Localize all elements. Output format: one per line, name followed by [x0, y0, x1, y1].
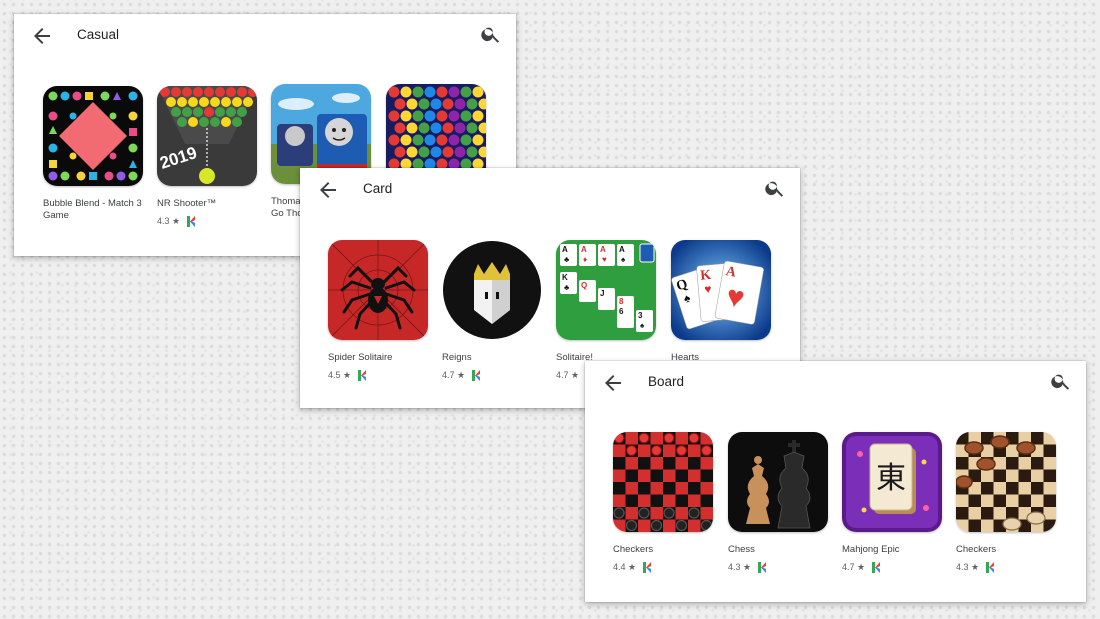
- app-card-checkers-1[interactable]: Checkers 4.4 ★: [613, 432, 713, 573]
- page-title: Casual: [77, 27, 120, 42]
- app-card-checkers-2[interactable]: Checkers 4.3 ★: [956, 432, 1056, 573]
- app-rating: 4.7 ★: [442, 370, 542, 381]
- page-title: Board: [648, 374, 685, 389]
- card-header: Card: [300, 168, 800, 208]
- svg-text:♥: ♥: [602, 255, 607, 264]
- card-rank: 6: [619, 307, 624, 316]
- app-card-nr-shooter[interactable]: 2019 NR Shooter™ 4.3 ★: [157, 86, 257, 227]
- kids-badge-icon: [187, 216, 196, 227]
- search-icon[interactable]: [764, 177, 786, 199]
- back-arrow-icon[interactable]: [601, 371, 625, 395]
- app-name: Checkers: [613, 544, 654, 555]
- app-card-chess[interactable]: Chess 4.3 ★: [728, 432, 828, 573]
- card-rank: 3: [638, 311, 643, 320]
- kids-badge-icon: [986, 562, 995, 573]
- app-name: Checkers: [956, 544, 997, 555]
- card-rank: A: [600, 245, 606, 254]
- app-rating: 4.7 ★: [842, 562, 942, 573]
- svg-text:♥: ♥: [704, 282, 712, 297]
- app-rating: 4.5 ★: [328, 370, 428, 381]
- svg-text:♣: ♣: [564, 283, 570, 292]
- app-card-bubble-blend[interactable]: Bubble Blend - Match 3 Game: [43, 86, 143, 222]
- board-panel: Board Checkers 4.4 ★ Chess 4.3 ★ 東 Mahjo…: [585, 361, 1086, 602]
- card-rank: A: [581, 245, 587, 254]
- mahjong-epic-icon: 東: [842, 432, 942, 532]
- card-rank: A: [562, 245, 568, 254]
- mahjong-glyph: 東: [876, 461, 906, 496]
- svg-text:♣: ♣: [564, 255, 570, 264]
- rating-value: 4.7 ★: [842, 562, 866, 572]
- card-rank: K: [562, 273, 568, 282]
- rating-value: 4.7 ★: [442, 370, 466, 380]
- app-card-mahjong-epic[interactable]: 東 Mahjong Epic 4.7 ★: [842, 432, 942, 573]
- app-card-solitaire[interactable]: A ♣ A ♦ A ♥ A ♠ K ♣ Q J 8 6 3 ♠ Solitaire! 4.7…: [556, 240, 656, 381]
- app-rating: 4.3 ★: [956, 562, 1056, 573]
- app-name: Spider Solitaire: [328, 352, 393, 363]
- rating-value: 4.4 ★: [613, 562, 637, 572]
- card-rank: A: [619, 245, 625, 254]
- page-title: Card: [363, 181, 393, 196]
- app-name: Reigns: [442, 352, 472, 363]
- back-arrow-icon[interactable]: [30, 24, 54, 48]
- board-header: Board: [585, 361, 1086, 401]
- app-name: Mahjong Epic: [842, 544, 900, 555]
- rating-value: 4.3 ★: [956, 562, 980, 572]
- app-name: Chess: [728, 544, 755, 555]
- app-rating: 4.3 ★: [157, 216, 257, 227]
- app-card-spider-solitaire[interactable]: Spider Solitaire 4.5 ★: [328, 240, 428, 381]
- checkers-red-icon: [613, 432, 713, 532]
- rating-value: 4.5 ★: [328, 370, 352, 380]
- spider-solitaire-icon: [328, 240, 428, 340]
- rating-value: 4.3 ★: [157, 216, 181, 226]
- hearts-icon: Q ♠ K ♥ A ♥: [671, 240, 771, 340]
- app-name: NR Shooter™: [157, 198, 217, 209]
- bubble-blend-icon: [43, 86, 143, 186]
- solitaire-icon: A ♣ A ♦ A ♥ A ♠ K ♣ Q J 8 6 3 ♠: [556, 240, 656, 340]
- app-name: Bubble Blend - Match 3 Game: [43, 198, 142, 221]
- nr-shooter-icon: 2019: [157, 86, 257, 186]
- kids-badge-icon: [872, 562, 881, 573]
- search-icon[interactable]: [1050, 370, 1072, 392]
- app-card-reigns[interactable]: Reigns 4.7 ★: [442, 240, 542, 381]
- kids-badge-icon: [758, 562, 767, 573]
- card-rank: 8: [619, 297, 624, 306]
- app-rating: 4.3 ★: [728, 562, 828, 573]
- svg-text:♦: ♦: [583, 255, 587, 264]
- rating-value: 4.7 ★: [556, 370, 580, 380]
- checkers-wood-icon: [956, 432, 1056, 532]
- casual-header: Casual: [14, 14, 516, 54]
- card-rank: J: [600, 289, 604, 298]
- search-icon[interactable]: [480, 23, 502, 45]
- reigns-icon: [442, 240, 542, 340]
- app-rating: 4.4 ★: [613, 562, 713, 573]
- kids-badge-icon: [643, 562, 652, 573]
- rating-value: 4.3 ★: [728, 562, 752, 572]
- chess-icon: [728, 432, 828, 532]
- kids-badge-icon: [358, 370, 367, 381]
- kids-badge-icon: [472, 370, 481, 381]
- app-card-hearts[interactable]: Q ♠ K ♥ A ♥ Hearts: [671, 240, 771, 364]
- card-rank: Q: [581, 281, 587, 290]
- back-arrow-icon[interactable]: [316, 178, 340, 202]
